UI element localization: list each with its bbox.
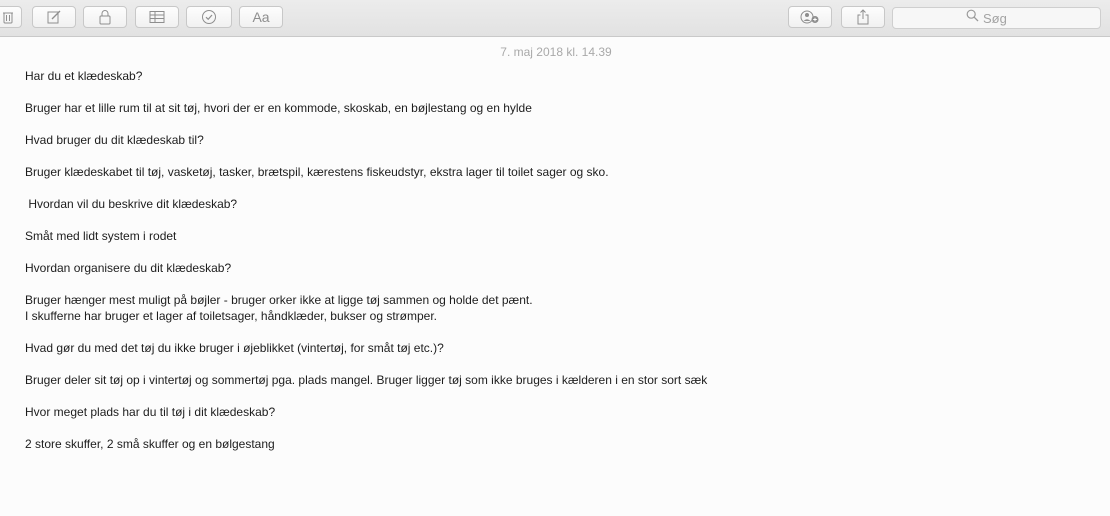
note-paragraph: Hvad bruger du dit klædeskab til? [25,133,204,147]
table-button[interactable] [135,6,179,28]
trash-icon [2,10,14,24]
note-paragraph: 2 store skuffer, 2 små skuffer og en bøl… [25,437,275,451]
lock-icon [98,9,112,25]
share-icon [856,9,870,25]
checklist-icon [201,9,217,25]
font-icon: Aa [252,9,270,25]
lock-button[interactable] [83,6,127,28]
add-people-button[interactable] [788,6,832,28]
search-icon [966,9,979,27]
compose-icon [46,9,62,25]
note-paragraph: Bruger hænger mest muligt på bøjler - br… [25,293,533,323]
note-paragraph: Bruger deler sit tøj op i vintertøj og s… [25,373,708,387]
toolbar: Aa [0,0,1110,37]
note-paragraph: Hvordan vil du beskrive dit klædeskab? [25,197,238,211]
new-note-button[interactable] [32,6,76,28]
note-paragraph: Hvordan organisere du dit klædeskab? [25,261,232,275]
search-input[interactable] [979,10,1027,26]
search-field[interactable] [892,7,1101,29]
notes-window: Aa Søg 7. maj 2018 kl. 14.39 Har du et k… [0,0,1110,516]
note-body[interactable]: Har du et klædeskab? Bruger har et lille… [25,68,1085,468]
note-timestamp: 7. maj 2018 kl. 14.39 [0,45,1110,59]
note-paragraph: Bruger har et lille rum til at sit tøj, … [25,101,532,115]
table-icon [149,10,165,24]
note-paragraph: Har du et klædeskab? [25,69,143,83]
note-paragraph: Småt med lidt system i rodet [25,229,177,243]
share-people-icon [800,9,820,25]
note-paragraph: Bruger klædeskabet til tøj, vasketøj, ta… [25,165,609,179]
share-button[interactable] [841,6,885,28]
delete-button[interactable] [0,6,22,28]
note-editor[interactable]: 7. maj 2018 kl. 14.39 Har du et klædeska… [0,37,1110,516]
checklist-button[interactable] [186,6,232,28]
note-paragraph: Hvor meget plads har du til tøj i dit kl… [25,405,276,419]
timestamp-text: 7. maj 2018 kl. 14.39 [500,45,612,59]
note-paragraph: Hvad gør du med det tøj du ikke bruger i… [25,341,444,355]
format-button[interactable]: Aa [239,6,283,28]
